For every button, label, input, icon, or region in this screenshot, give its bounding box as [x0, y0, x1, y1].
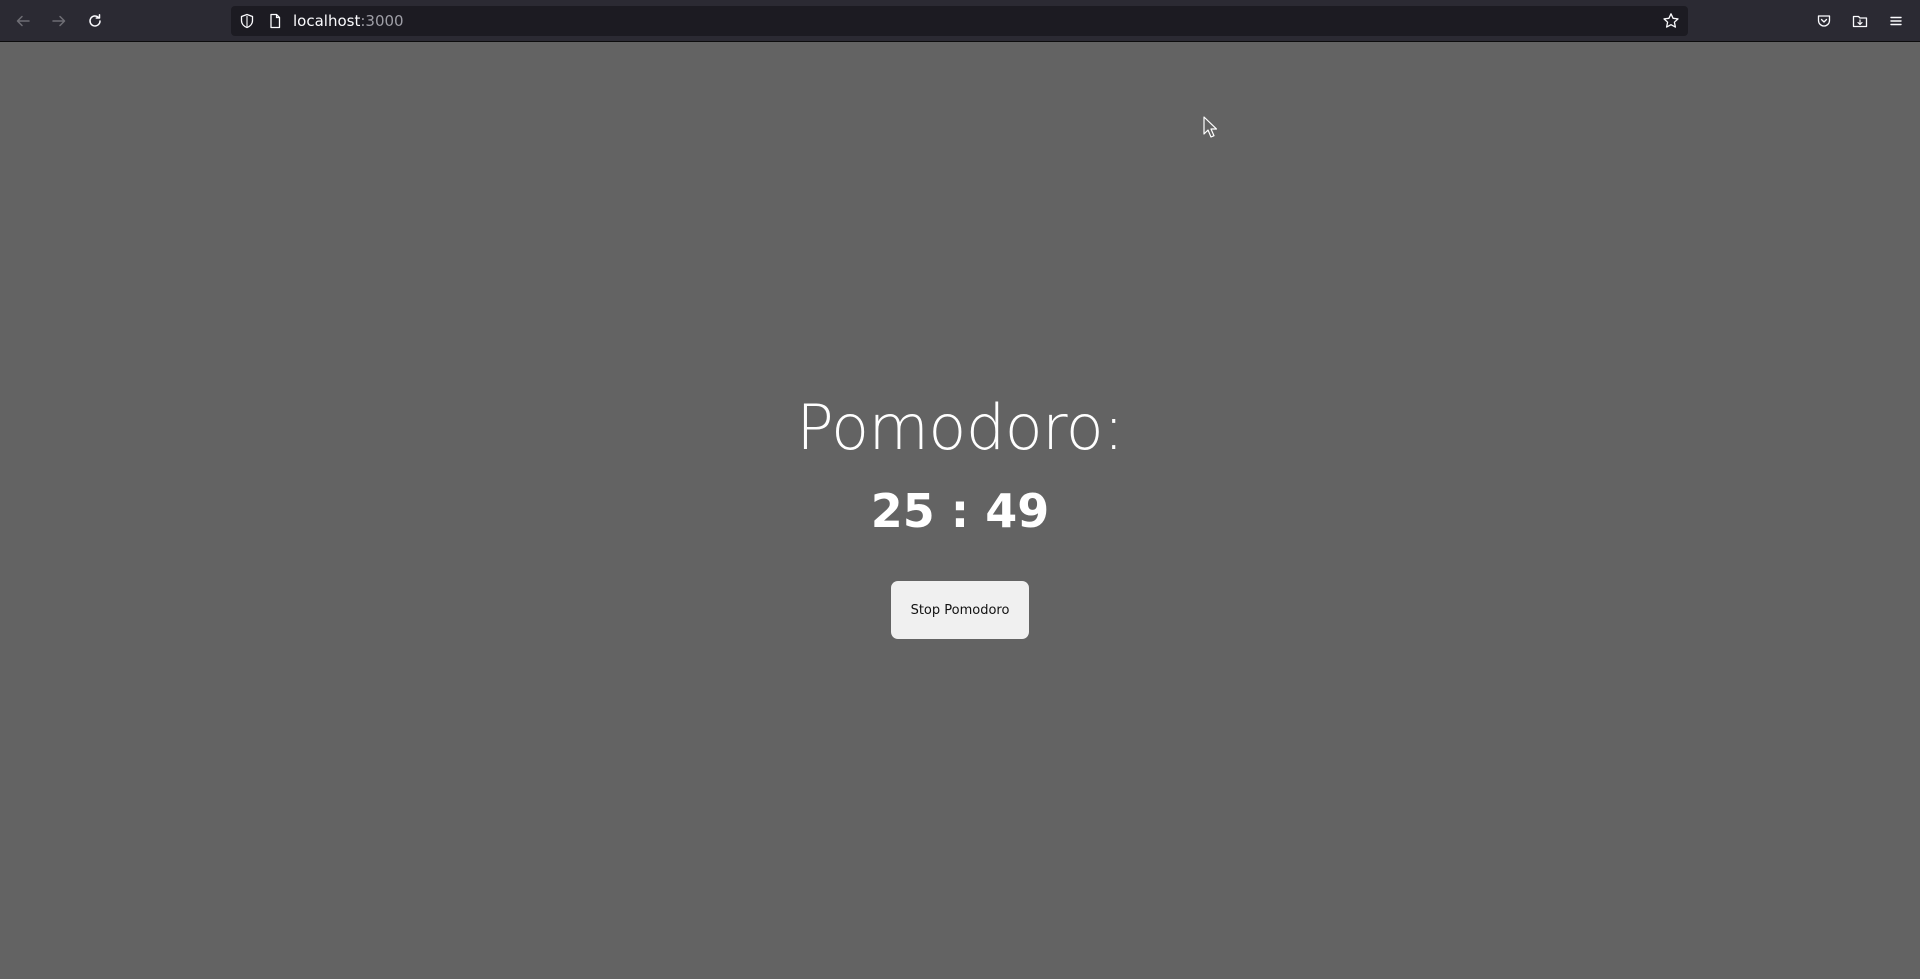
menu-button[interactable]	[1886, 11, 1906, 31]
stop-pomodoro-button[interactable]: Stop Pomodoro	[891, 581, 1029, 639]
star-icon[interactable]	[1662, 12, 1680, 30]
browser-toolbar: localhost:3000	[0, 0, 1920, 42]
url-bar[interactable]: localhost:3000	[231, 6, 1688, 36]
folder-icon	[1852, 15, 1868, 28]
countdown-timer: 25 : 49	[870, 484, 1050, 538]
pocket-button[interactable]	[1814, 11, 1834, 31]
hamburger-menu-icon	[1890, 16, 1902, 26]
url-host: localhost	[293, 12, 361, 30]
shield-icon[interactable]	[239, 13, 255, 29]
downloads-button[interactable]	[1850, 11, 1870, 31]
forward-button[interactable]	[46, 8, 72, 34]
url-text[interactable]: localhost:3000	[293, 12, 404, 30]
page-icon[interactable]	[267, 13, 283, 29]
back-button[interactable]	[10, 8, 36, 34]
reload-icon	[89, 14, 101, 27]
url-port: :3000	[360, 12, 404, 30]
pomodoro-title: Pomodoro:	[796, 391, 1124, 464]
reload-button[interactable]	[82, 8, 108, 34]
mouse-cursor-icon	[1203, 116, 1217, 138]
pocket-icon	[1817, 15, 1831, 27]
arrow-left-icon	[16, 15, 30, 27]
page-content: Pomodoro: 25 : 49 Stop Pomodoro	[0, 42, 1920, 979]
arrow-right-icon	[52, 15, 66, 27]
